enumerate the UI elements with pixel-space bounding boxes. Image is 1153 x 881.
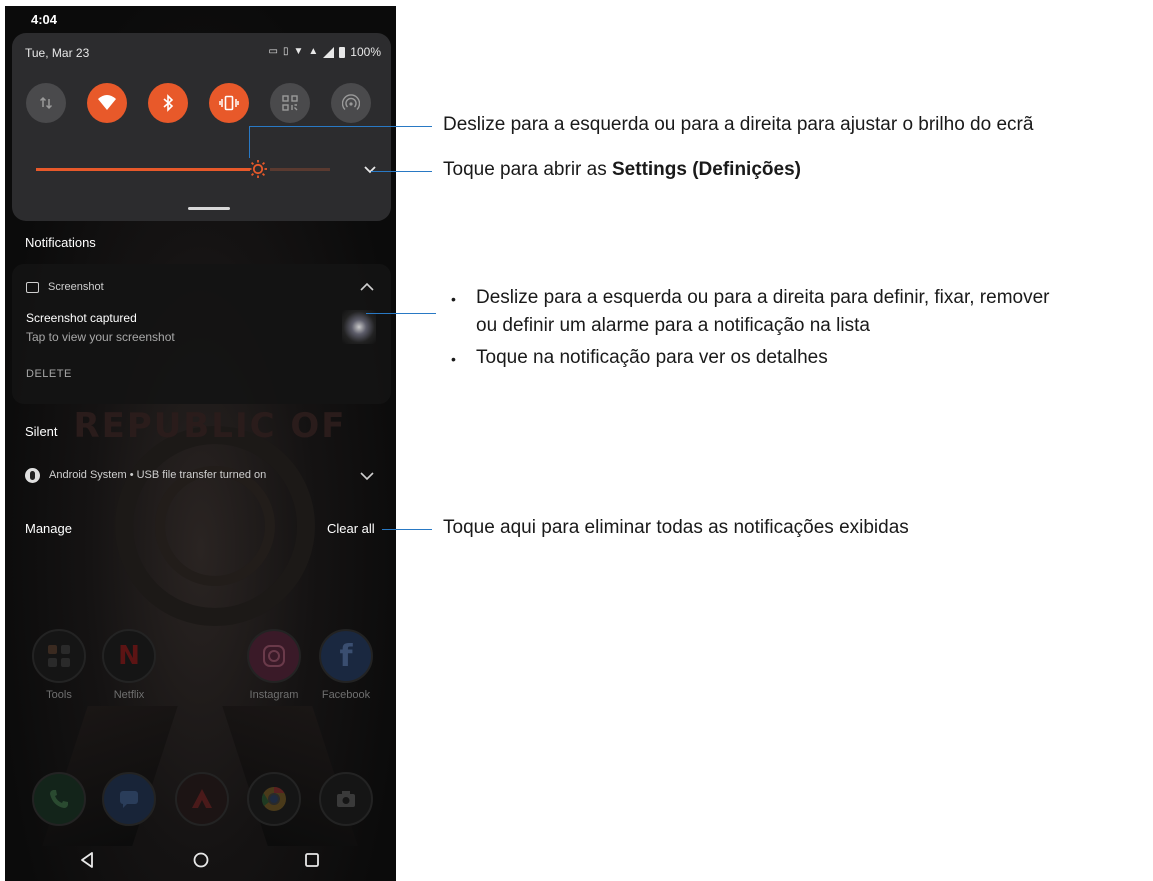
silent-header: Silent	[25, 424, 58, 439]
vibrate-tile[interactable]	[209, 83, 249, 123]
hotspot-tile[interactable]	[331, 83, 371, 123]
quick-settings-panel: Tue, Mar 23 ▭ ▯ ▼ ▲ 100%	[12, 33, 391, 221]
phone-app-icon[interactable]	[32, 772, 86, 826]
notification-annotation-line1: Deslize para a esquerda ou para a direit…	[476, 287, 1050, 308]
wifi-tile[interactable]	[87, 83, 127, 123]
vibrate-icon	[219, 95, 239, 111]
facebook-label: Facebook	[321, 689, 371, 701]
usb-notification[interactable]: Android System • USB file transfer turne…	[12, 464, 391, 492]
brightness-slider-track[interactable]	[270, 168, 330, 171]
back-icon[interactable]	[77, 849, 99, 871]
manage-button[interactable]: Manage	[25, 521, 72, 536]
qs-tiles	[26, 83, 371, 123]
brightness-icon	[249, 160, 267, 178]
arrows-updown-icon	[39, 96, 53, 110]
qs-expand-chevron-icon[interactable]	[361, 160, 379, 178]
brightness-thumb[interactable]	[248, 159, 268, 179]
qs-date: Tue, Mar 23	[25, 46, 90, 60]
battery-icon	[339, 46, 346, 58]
screenshot-notification[interactable]: Screenshot Screenshot captured Tap to vi…	[12, 264, 391, 404]
home-icon[interactable]	[190, 849, 212, 871]
qr-scanner-tile[interactable]	[270, 83, 310, 123]
notification-annotation-line2: ou definir um alarme para a notificação …	[476, 315, 870, 336]
messages-app-icon[interactable]	[102, 772, 156, 826]
bluetooth-icon	[163, 94, 174, 112]
notification-title: Screenshot captured	[26, 311, 137, 325]
chrome-app-icon[interactable]	[247, 772, 301, 826]
bullet-2: •	[451, 351, 456, 367]
brightness-annotation: Deslize para a esquerda ou para a direit…	[443, 114, 1034, 135]
qr-code-icon	[282, 95, 298, 111]
wallpaper-logo-text: REPUBLIC OF	[73, 406, 347, 446]
camera-app-icon[interactable]	[319, 772, 373, 826]
status-time: 4:04	[31, 12, 58, 27]
callout-line-clearall	[382, 529, 432, 530]
notification-annotation-line3: Toque na notificação para ver os detalhe…	[476, 347, 828, 368]
clearall-annotation: Toque aqui para eliminar todas as notifi…	[443, 517, 909, 538]
expand-chevron-icon[interactable]	[358, 468, 376, 484]
data-status-icon: ▲	[308, 46, 319, 57]
screenshot-app-icon	[26, 282, 39, 293]
wifi-icon	[98, 95, 116, 110]
hotspot-icon	[342, 94, 360, 110]
brightness-slider-fill[interactable]	[36, 168, 250, 171]
settings-annotation-prefix: Toque para abrir as	[443, 159, 612, 180]
settings-annotation: Toque para abrir as Settings (Definições…	[443, 159, 801, 181]
delete-button[interactable]: DELETE	[26, 368, 72, 380]
collapse-chevron-icon[interactable]	[358, 279, 376, 295]
settings-annotation-bold: Settings (Definições)	[612, 159, 801, 180]
phone-screen: REPUBLIC OF 4:04 Tue, Mar 23 ▭ ▯ ▼ ▲ 100…	[5, 6, 396, 881]
mobile-data-tile[interactable]	[26, 83, 66, 123]
facebook-app-icon[interactable]: f	[319, 629, 373, 683]
recents-icon[interactable]	[301, 849, 323, 871]
qs-drag-handle[interactable]	[188, 207, 230, 210]
qs-status-icons: ▭ ▯ ▼ ▲ 100%	[269, 45, 381, 59]
signal-icon	[323, 46, 335, 58]
wifi-status-icon: ▼	[293, 46, 304, 57]
instagram-app-icon[interactable]	[247, 629, 301, 683]
bluetooth-tile[interactable]	[148, 83, 188, 123]
screenshot-thumbnail[interactable]	[342, 310, 376, 344]
tools-app-icon[interactable]	[32, 629, 86, 683]
instagram-label: Instagram	[249, 689, 299, 701]
callout-line-notification	[366, 313, 436, 314]
notification-status-icon: ▭	[268, 46, 278, 57]
android-system-icon	[25, 468, 40, 483]
tools-label: Tools	[46, 689, 72, 701]
netflix-label: Netflix	[113, 689, 145, 701]
notification-app-name: Screenshot	[48, 281, 104, 293]
callout-line-settings	[371, 171, 432, 172]
netflix-app-icon[interactable]: N	[102, 629, 156, 683]
bullet-1: •	[451, 291, 456, 307]
navigation-bar	[5, 841, 396, 881]
notifications-header: Notifications	[25, 235, 96, 250]
clear-all-button[interactable]: Clear all	[327, 521, 375, 536]
callout-line-brightness-v	[249, 126, 250, 158]
notification-text: Tap to view your screenshot	[26, 330, 175, 344]
battery-percent: 100%	[350, 45, 381, 59]
callout-line-brightness-h	[249, 126, 432, 127]
vibrate-status-icon: ▯	[282, 46, 289, 57]
armoury-app-icon[interactable]	[175, 772, 229, 826]
usb-notification-text: Android System • USB file transfer turne…	[49, 469, 267, 481]
